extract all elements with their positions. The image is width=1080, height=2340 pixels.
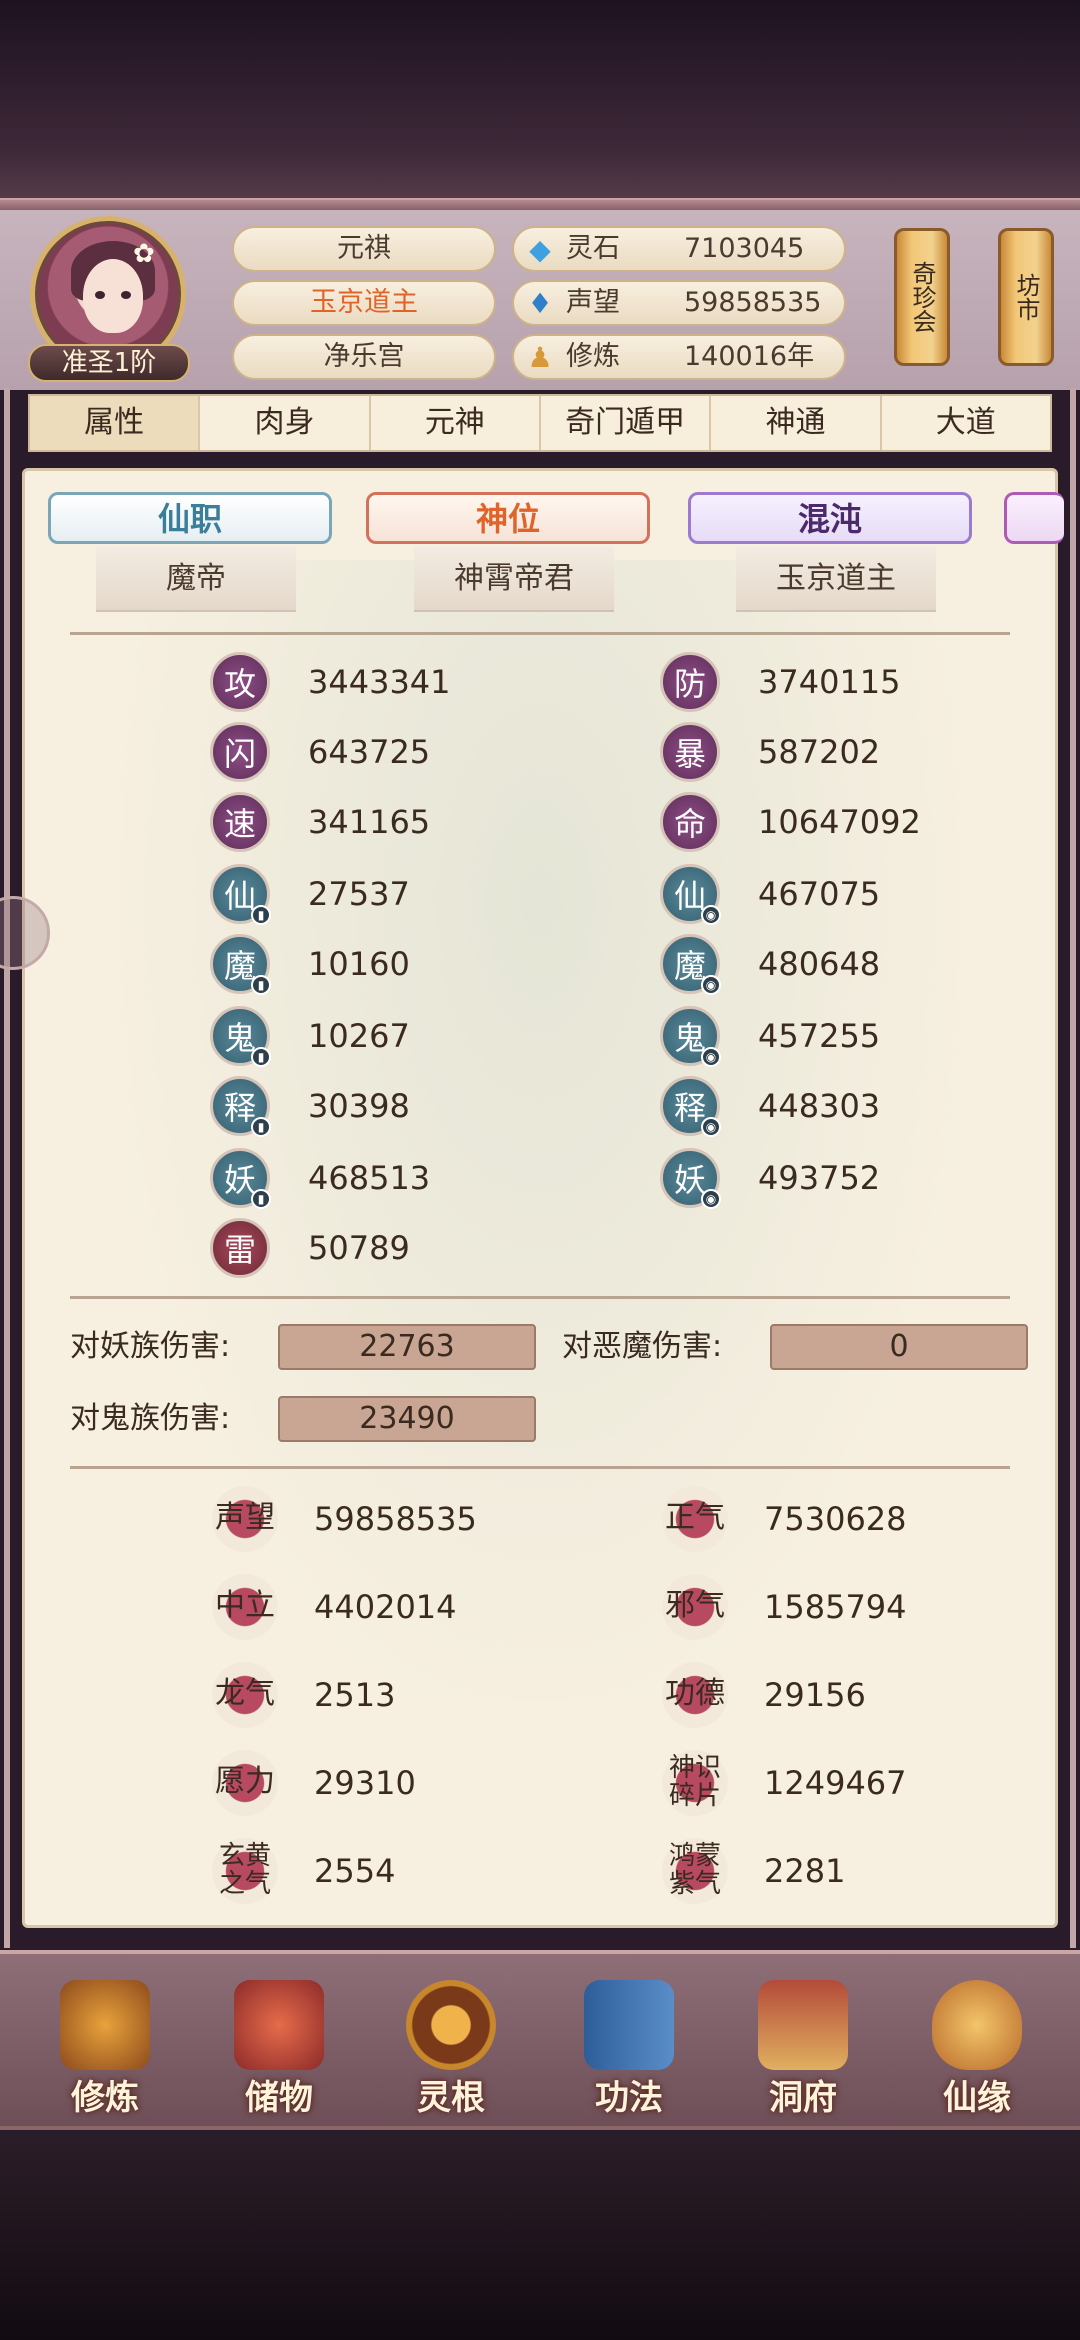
shield-icon: ◉ bbox=[701, 1117, 721, 1137]
shield-icon: ◉ bbox=[701, 975, 721, 995]
nav-cultivate-button[interactable]: 修炼 bbox=[40, 1980, 170, 2120]
tab-dao[interactable]: 大道 bbox=[882, 396, 1050, 450]
nav-storage-button[interactable]: 储物 bbox=[214, 1980, 344, 2120]
gourd-icon bbox=[932, 1980, 1022, 2070]
title-badge-divine-rank: 神位 bbox=[366, 492, 650, 544]
nav-technique-button[interactable]: 功法 bbox=[564, 1980, 694, 2120]
title-value-divine-rank: 神霄帝君 bbox=[414, 546, 614, 612]
rep-icon-soul-fragment: 神识碎片 bbox=[662, 1750, 728, 1816]
rep-icon-reputation: 声望 bbox=[212, 1486, 278, 1552]
top-background bbox=[0, 0, 1080, 210]
rep-value-merit: 29156 bbox=[764, 1676, 866, 1714]
resource-reputation: ♦ 声望 59858535 bbox=[512, 280, 846, 326]
spirit-stone-icon: ◆ bbox=[529, 233, 551, 266]
rep-value-neutral: 4402014 bbox=[314, 1588, 457, 1626]
divider-1 bbox=[70, 632, 1010, 635]
rep-value-reputation: 59858535 bbox=[314, 1500, 477, 1538]
nav-spirit-root-button[interactable]: 灵根 bbox=[386, 1980, 516, 2120]
rep-icon-hongmeng: 鸿蒙紫气 bbox=[662, 1838, 728, 1904]
name-pill-1: 元祺 bbox=[232, 226, 496, 272]
sword-icon: ▮ bbox=[251, 1117, 271, 1137]
book-icon bbox=[584, 1980, 674, 2070]
spirit-root-icon bbox=[406, 1980, 496, 2070]
damage-value-devil: 0 bbox=[770, 1324, 1028, 1370]
rep-icon-evil: 邪气 bbox=[662, 1574, 728, 1640]
player-avatar[interactable]: ✿ 准圣1阶 bbox=[28, 212, 190, 382]
tab-body[interactable]: 肉身 bbox=[200, 396, 371, 450]
divider-2 bbox=[70, 1296, 1010, 1299]
tab-attributes[interactable]: 属性 bbox=[30, 396, 201, 450]
treasure-auction-button[interactable]: 奇珍会 bbox=[894, 228, 950, 366]
rep-icon-neutral: 中立 bbox=[212, 1574, 278, 1640]
nav-fate-button[interactable]: 仙缘 bbox=[912, 1980, 1042, 2120]
shield-icon: ◉ bbox=[701, 1189, 721, 1209]
reputation-crystal-icon: ♦ bbox=[527, 287, 553, 320]
resource-cultivation: ♟ 修炼 140016年 bbox=[512, 334, 846, 380]
bottom-background bbox=[0, 2134, 1080, 2340]
rep-icon-dragon-qi: 龙气 bbox=[212, 1662, 278, 1728]
rep-icon-xuanhuang: 玄黄之气 bbox=[212, 1838, 278, 1904]
rep-icon-righteous: 正气 bbox=[662, 1486, 728, 1552]
rep-icon-willpower: 愿力 bbox=[212, 1750, 278, 1816]
rep-value-evil: 1585794 bbox=[764, 1588, 907, 1626]
title-value-immortal-post: 魔帝 bbox=[96, 546, 296, 612]
damage-label-devil: 对恶魔伤害: bbox=[562, 1329, 723, 1364]
damage-label-ghost: 对鬼族伤害: bbox=[70, 1401, 231, 1436]
title-badge-overflow[interactable] bbox=[1004, 492, 1064, 544]
damage-label-monster: 对妖族伤害: bbox=[70, 1329, 231, 1364]
rep-value-hongmeng: 2281 bbox=[764, 1852, 846, 1890]
nav-cave-button[interactable]: 洞府 bbox=[738, 1980, 868, 2120]
tab-soul[interactable]: 元神 bbox=[371, 396, 541, 450]
sword-icon: ▮ bbox=[251, 1047, 271, 1067]
title-value-chaos: 玉京道主 bbox=[736, 546, 936, 612]
rep-value-willpower: 29310 bbox=[314, 1764, 416, 1802]
damage-value-monster: 22763 bbox=[278, 1324, 536, 1370]
tab-qimen[interactable]: 奇门遁甲 bbox=[541, 396, 712, 450]
divider-3 bbox=[70, 1466, 1010, 1469]
rep-value-righteous: 7530628 bbox=[764, 1500, 907, 1538]
rep-value-dragon-qi: 2513 bbox=[314, 1676, 396, 1714]
name-pill-2: 玉京道主 bbox=[232, 280, 496, 326]
sword-icon: ▮ bbox=[251, 975, 271, 995]
rep-value-xuanhuang: 2554 bbox=[314, 1852, 396, 1890]
title-badge-chaos: 混沌 bbox=[688, 492, 972, 544]
resource-spirit-stone: ◆ 灵石 7103045 bbox=[512, 226, 846, 272]
rep-value-soul-fragment: 1249467 bbox=[764, 1764, 907, 1802]
cave-dwelling-icon bbox=[758, 1980, 848, 2070]
shield-icon: ◉ bbox=[701, 905, 721, 925]
tab-bar: 属性 肉身 元神 奇门遁甲 神通 大道 bbox=[28, 394, 1052, 452]
flower-ornament-icon: ✿ bbox=[133, 239, 155, 269]
damage-value-ghost: 23490 bbox=[278, 1396, 536, 1442]
sword-icon: ▮ bbox=[251, 905, 271, 925]
sword-icon: ▮ bbox=[251, 1189, 271, 1209]
tab-powers[interactable]: 神通 bbox=[711, 396, 882, 450]
title-badge-immortal-post: 仙职 bbox=[48, 492, 332, 544]
market-button[interactable]: 坊市 bbox=[998, 228, 1054, 366]
rep-icon-merit: 功德 bbox=[662, 1662, 728, 1728]
meditation-icon: ♟ bbox=[527, 341, 553, 374]
name-pill-3: 净乐宫 bbox=[232, 334, 496, 380]
shield-icon: ◉ bbox=[701, 1047, 721, 1067]
storage-bag-icon bbox=[234, 1980, 324, 2070]
rank-badge: 准圣1阶 bbox=[28, 344, 190, 382]
cultivate-icon bbox=[60, 1980, 150, 2070]
